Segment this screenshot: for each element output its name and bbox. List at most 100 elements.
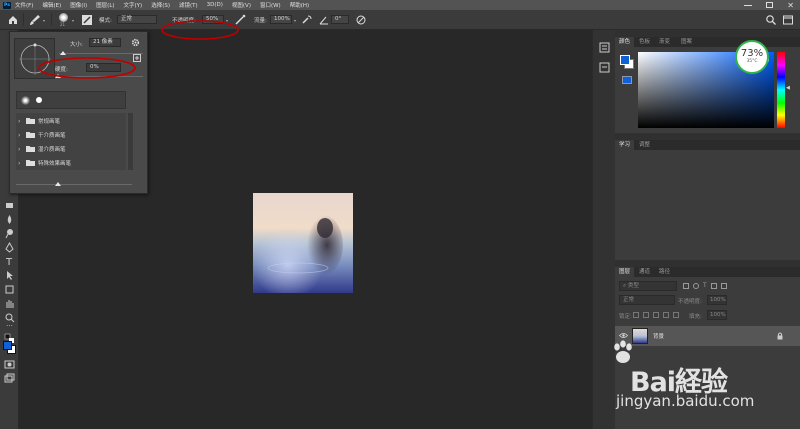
lock-position-icon[interactable] [653,312,659,318]
filter-shape-icon[interactable] [710,283,717,289]
brush-preset-picker[interactable]: 21 [57,12,71,28]
history-panel-icon[interactable] [599,42,610,53]
tab-paths[interactable]: 路径 [655,267,674,277]
chevron-right-icon[interactable]: › [18,132,26,139]
menu-image[interactable]: 图像(I) [70,1,87,9]
lock-all-icon[interactable] [673,312,679,318]
chevron-down-icon[interactable]: ▾ [294,18,296,23]
filter-type-icon[interactable]: T [703,283,707,290]
layer-row[interactable]: 背景 [615,326,800,346]
menu-type[interactable]: 文字(Y) [124,1,143,9]
menu-edit[interactable]: 编辑(E) [42,1,61,9]
lock-transparency-icon[interactable] [633,312,639,318]
list-item[interactable]: › 干介质画笔 [16,128,126,142]
angle-input[interactable]: 0° [331,15,349,24]
layer-name[interactable]: 背景 [653,332,664,340]
menu-3d[interactable]: 3D(D) [207,2,223,8]
lock-artboard-icon[interactable] [663,312,669,318]
quick-mask-icon[interactable] [4,359,15,370]
workspace-icon[interactable] [782,14,794,26]
tab-gradients[interactable]: 渐变 [655,37,674,47]
eraser-tool-icon[interactable] [4,200,15,211]
list-item[interactable]: › 湿介质画笔 [16,142,126,156]
size-slider-track[interactable] [59,53,143,54]
menu-view[interactable]: 视图(V) [232,1,251,9]
recent-brush-hard[interactable] [36,97,42,103]
menu-file[interactable]: 文件(F) [15,1,33,9]
window-close-icon[interactable]: ✕ [787,1,794,10]
pressure-size-icon[interactable] [355,14,367,26]
preview-size-slider-thumb[interactable] [55,182,61,186]
lock-image-icon[interactable] [643,312,649,318]
menu-filter[interactable]: 滤镜(T) [179,1,198,9]
folder-icon [26,118,35,124]
gradient-tool-icon[interactable] [4,214,15,225]
chevron-down-icon[interactable]: ▾ [43,18,45,23]
fill-input[interactable]: 100% [707,310,727,320]
pen-tool-icon[interactable] [4,242,15,253]
layer-thumbnail [632,328,648,344]
hand-tool-icon[interactable] [4,298,15,309]
airbrush-icon[interactable] [301,14,313,26]
list-item[interactable]: › 常规画笔 [16,114,126,128]
menu-window[interactable]: 窗口(W) [260,1,281,9]
color-panel-tabs: 颜色 色板 渐变 图案 [615,37,800,47]
gamut-warning-icon[interactable] [622,76,632,84]
menu-layer[interactable]: 图层(L) [96,1,114,9]
tab-swatches[interactable]: 色板 [635,37,654,47]
more-tools-icon[interactable]: ··· [4,322,15,333]
tab-patterns[interactable]: 图案 [677,37,696,47]
home-icon[interactable] [7,14,19,26]
hue-slider[interactable] [777,52,785,128]
blend-mode-select[interactable]: 正常 [619,295,675,305]
window-maximize-icon[interactable] [766,2,774,8]
document-canvas-image[interactable] [253,193,353,293]
menu-help[interactable]: 帮助(H) [290,1,309,9]
chevron-right-icon[interactable]: › [18,118,26,125]
flow-input[interactable]: 100% [270,15,292,24]
options-bar: ▾ 21 ▾ 模式: 正常 不透明度: 50% ▾ 流量: 100% ▾ 0° [0,10,800,40]
angle-icon [319,16,328,25]
menu-select[interactable]: 选择(S) [151,1,170,9]
size-slider-thumb[interactable] [60,51,66,55]
chevron-down-icon[interactable]: ▾ [72,18,74,23]
size-input[interactable]: 21 像素 [89,38,121,47]
dodge-tool-icon[interactable] [4,228,15,239]
brush-settings-panel-icon[interactable] [81,14,93,26]
hue-slider-handle-icon[interactable]: ◀ [786,85,790,91]
gear-icon[interactable] [131,38,141,47]
blurred-photo [253,193,353,293]
layer-opacity-input[interactable]: 100% [707,295,727,305]
filter-pixel-icon[interactable] [683,283,689,289]
tab-adjustments[interactable]: 调整 [635,140,654,150]
properties-panel-icon[interactable] [599,62,610,73]
type-tool-icon[interactable]: T [4,256,15,267]
folder-label: 湿介质画笔 [38,147,66,153]
panel-foreground-swatch[interactable] [620,55,630,65]
layer-filter-search[interactable]: ⌕ 类型 [619,281,677,291]
search-icon[interactable] [765,14,777,26]
rectangle-tool-icon[interactable] [4,284,15,295]
list-item[interactable]: › 特殊效果画笔 [16,156,126,170]
collapsed-panel-icons [592,30,615,429]
brush-tool-icon[interactable] [29,14,41,26]
tab-color[interactable]: 颜色 [615,37,635,47]
layers-panel-tabs: 图层 通道 路径 [615,267,800,277]
filter-adjustment-icon[interactable] [693,283,699,289]
screen-mode-icon[interactable] [4,373,15,384]
tab-layers[interactable]: 图层 [615,267,635,277]
tab-learn[interactable]: 学习 [615,140,635,150]
annotation-ellipse-hardness [38,57,136,79]
foreground-color-swatch[interactable] [3,341,12,350]
chevron-right-icon[interactable]: › [18,160,26,167]
mode-select[interactable]: 正常 [117,15,157,24]
tab-channels[interactable]: 通道 [635,267,654,277]
chevron-right-icon[interactable]: › [18,146,26,153]
window-minimize-icon[interactable] [744,4,753,6]
recent-brush-soft[interactable] [21,96,30,105]
eye-icon[interactable] [619,332,628,339]
filter-smart-object-icon[interactable] [720,283,727,289]
scrollbar[interactable] [128,113,133,170]
path-selection-tool-icon[interactable] [4,270,15,281]
preview-size-slider-track[interactable] [16,184,132,185]
